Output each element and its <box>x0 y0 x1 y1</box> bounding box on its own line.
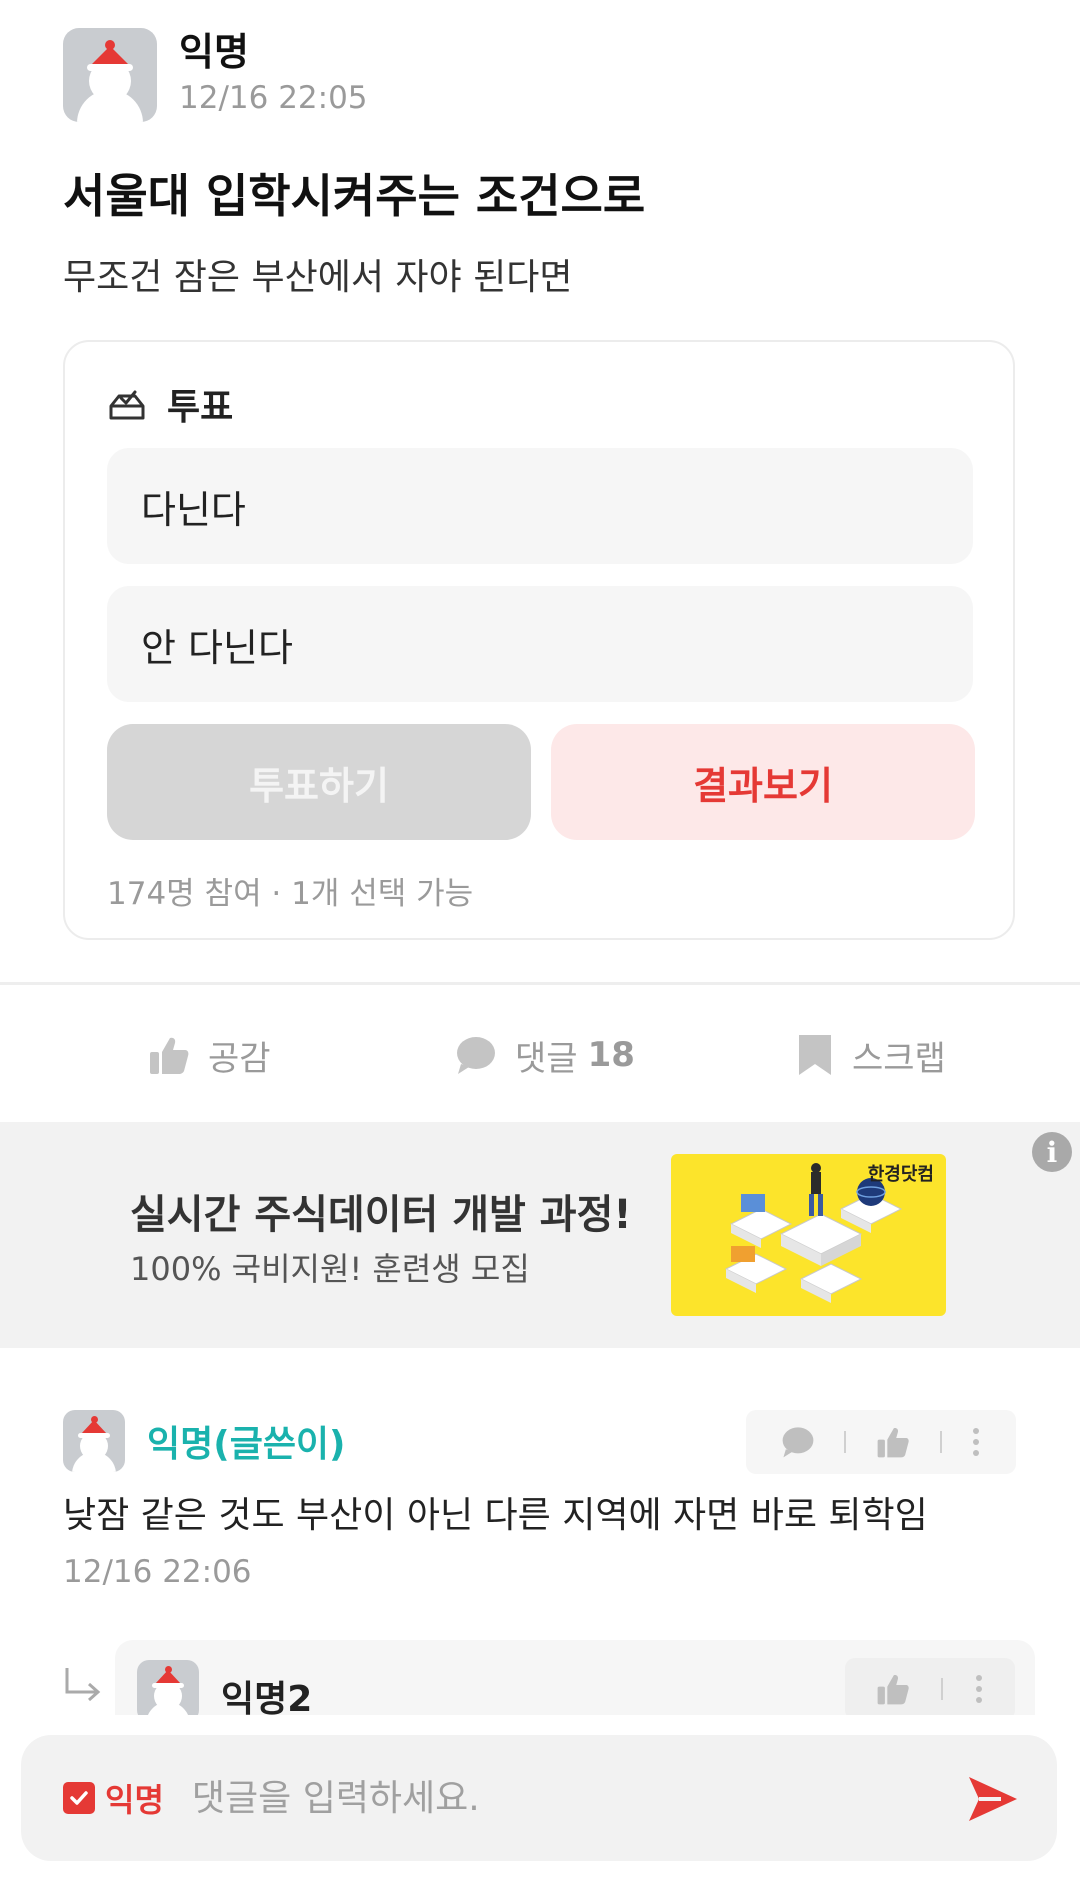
reply-toolbar <box>845 1658 1015 1720</box>
poll-card: 투표 다닌다 안 다닌다 투표하기 결과보기 174명 참여 · 1개 선택 가… <box>63 340 1015 940</box>
anonymous-checkbox[interactable] <box>63 1782 95 1814</box>
send-icon[interactable] <box>965 1773 1021 1825</box>
thumbs-up-icon[interactable] <box>876 1672 910 1706</box>
avatar[interactable] <box>63 28 157 122</box>
avatar[interactable] <box>137 1660 199 1722</box>
checkmark-icon <box>70 1791 88 1805</box>
comment-author: 익명(글쓴이) <box>147 1424 346 1465</box>
ad-brand: 한경닷컴 <box>867 1164 934 1185</box>
comment-input[interactable] <box>191 1777 932 1819</box>
ballot-box-icon <box>109 390 145 420</box>
scrap-label: 스크랩 <box>852 1038 946 1079</box>
post-author: 익명 <box>179 30 249 74</box>
post-time: 12/16 22:05 <box>179 80 368 116</box>
poll-title: 투표 <box>167 387 234 428</box>
reply-icon[interactable] <box>781 1425 815 1459</box>
thumbs-up-icon[interactable] <box>876 1425 910 1459</box>
post-actions: 공감 댓글 18 스크랩 <box>0 1010 1080 1100</box>
post-title: 서울대 입학시켜주는 조건으로 <box>63 169 646 223</box>
divider <box>0 982 1080 985</box>
avatar[interactable] <box>63 1410 125 1472</box>
poll-option[interactable]: 다닌다 <box>107 448 973 564</box>
comment-text: 낮잠 같은 것도 부산이 아닌 다른 지역에 자면 바로 퇴학임 <box>63 1495 928 1536</box>
scrap-button[interactable]: 스크랩 <box>796 1010 946 1100</box>
poll-meta: 174명 참여 · 1개 선택 가능 <box>107 876 474 912</box>
comment-toolbar <box>746 1410 1016 1474</box>
comment-time: 12/16 22:06 <box>63 1554 252 1590</box>
bookmark-icon <box>799 1035 831 1075</box>
like-button[interactable]: 공감 <box>148 1010 271 1100</box>
comment-label: 댓글 <box>515 1038 578 1079</box>
reply-item: 익명2 <box>115 1640 1035 1722</box>
ad-info-icon[interactable]: i <box>1032 1132 1072 1172</box>
reply-arrow-icon <box>65 1668 101 1702</box>
ad-image[interactable]: 한경닷컴 <box>671 1154 946 1316</box>
post-header: 익명 12/16 22:05 <box>63 28 368 122</box>
anonymous-label[interactable]: 익명 <box>105 1775 164 1821</box>
like-label: 공감 <box>208 1038 271 1079</box>
view-results-button[interactable]: 결과보기 <box>551 724 975 840</box>
thumbs-up-icon <box>150 1037 189 1074</box>
ad-banner[interactable]: 실시간 주식데이터 개발 과정! 100% 국비지원! 훈련생 모집 한경닷컴 … <box>0 1122 1080 1348</box>
comment-button[interactable]: 댓글 18 <box>455 1010 635 1100</box>
speech-bubble-icon <box>457 1037 495 1074</box>
poll-option[interactable]: 안 다닌다 <box>107 586 973 702</box>
comment-input-bar: 익명 <box>21 1735 1057 1861</box>
ad-title: 실시간 주식데이터 개발 과정! <box>130 1192 632 1238</box>
post-body: 무조건 잠은 부산에서 자야 된다면 <box>63 257 573 298</box>
more-vertical-icon[interactable] <box>971 1425 981 1459</box>
vote-button[interactable]: 투표하기 <box>107 724 531 840</box>
more-vertical-icon[interactable] <box>974 1672 984 1706</box>
comment-input-area: 익명 <box>0 1715 1080 1885</box>
ad-subtitle: 100% 국비지원! 훈련생 모집 <box>130 1250 530 1288</box>
comment-item: 익명(글쓴이) 낮잠 같은 것도 부산이 아닌 다른 지역에 자면 바로 퇴학임… <box>63 1410 1016 1590</box>
comment-count: 18 <box>587 1035 635 1075</box>
